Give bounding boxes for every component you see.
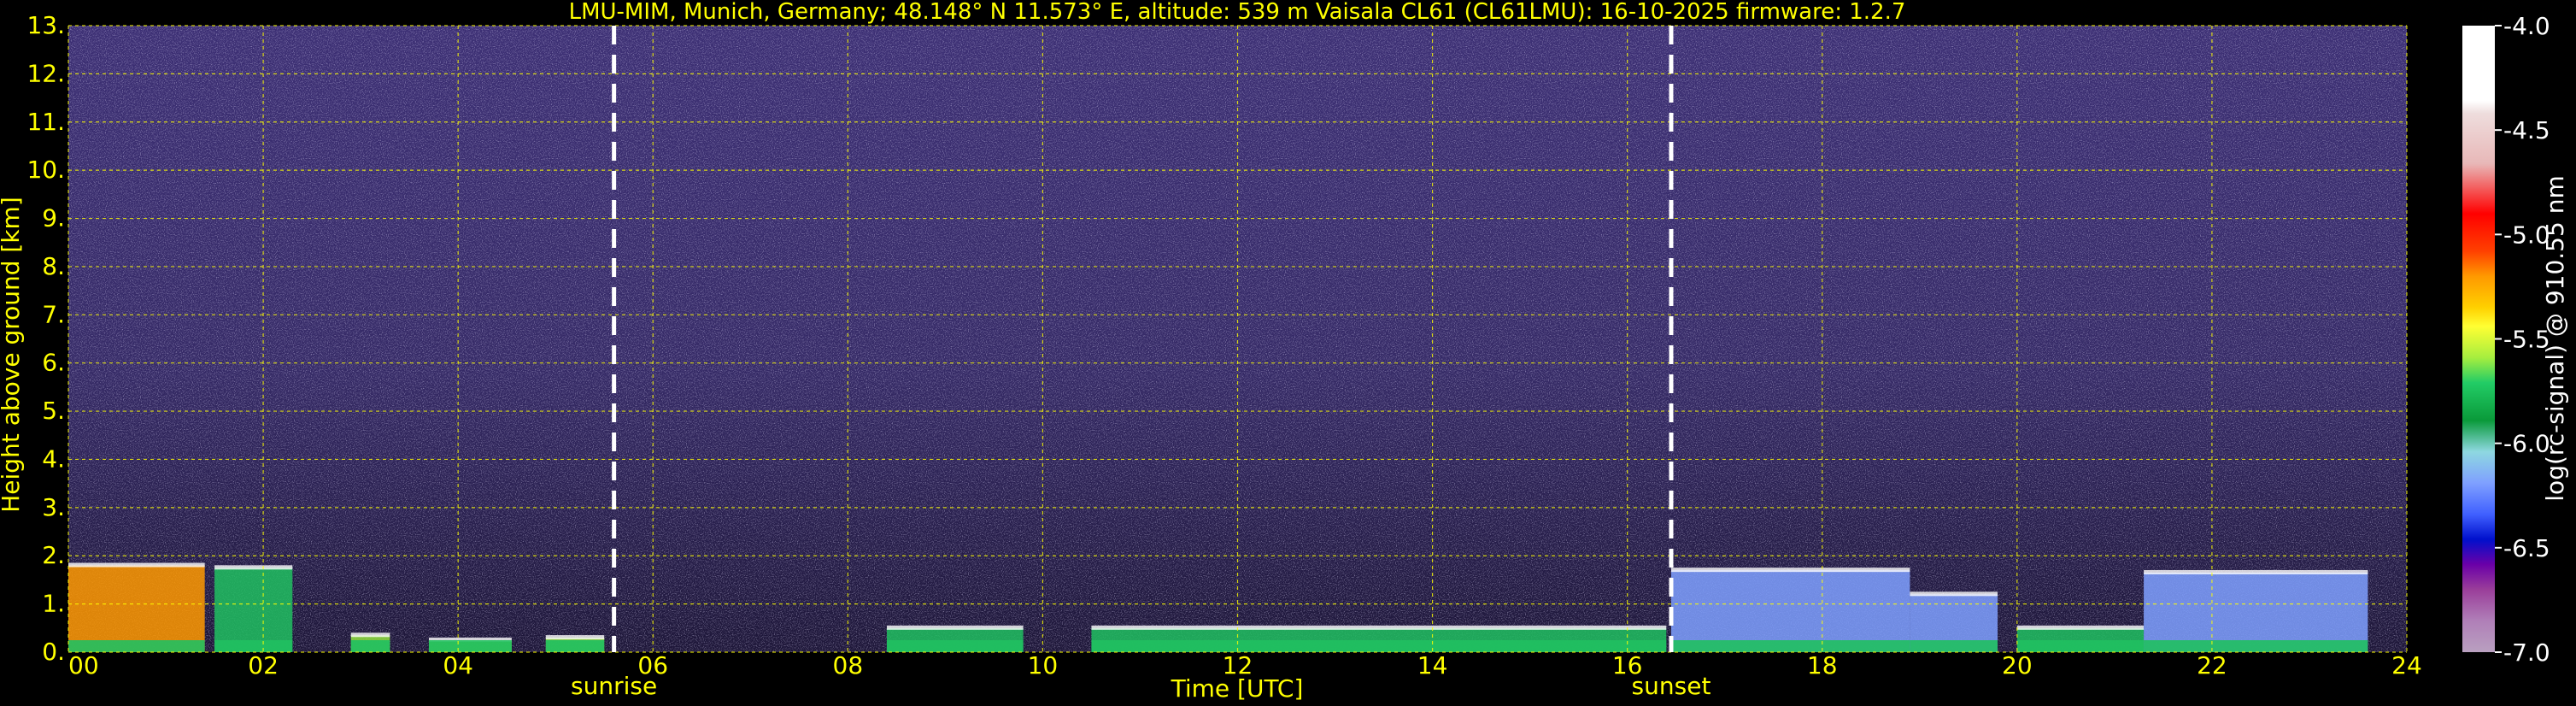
surface-return [68, 640, 205, 652]
x-tick-label: 22 [2197, 651, 2227, 680]
colorbar-tick-label: -4.0 [2503, 12, 2550, 40]
x-tick-label: 00 [68, 651, 99, 680]
y-tick-label: 8. [42, 252, 65, 280]
colorbar [2462, 26, 2495, 652]
y-tick-label: 13. [26, 11, 65, 39]
layer-segment [68, 565, 205, 652]
surface-return [2016, 640, 2145, 652]
layer-top-edge [1910, 591, 1998, 597]
sunset-label: sunset [1632, 672, 1711, 700]
x-tick-label: 18 [1807, 651, 1838, 680]
chart-title: LMU-MIM, Munich, Germany; 48.148° N 11.5… [569, 0, 1906, 25]
layer-top-edge [68, 562, 205, 568]
colorbar-tick-label: -7.0 [2503, 638, 2550, 667]
layer-top-edge [1670, 568, 1910, 573]
surface-return [350, 640, 390, 652]
layer-top-edge [2016, 625, 2145, 630]
y-tick-label: 12. [26, 59, 65, 87]
y-tick-label: 11. [26, 108, 65, 136]
ceilometer-chart: 00 02 04 06 08 10 12 14 16 18 20 22 24 0.1.2.3.4.5.6… [0, 0, 2569, 703]
layer-segment [1670, 570, 1910, 652]
layer-top-edge [545, 635, 605, 640]
layer-top-edge [2144, 569, 2368, 574]
y-tick-label: 5. [42, 397, 65, 425]
surface-return [1091, 640, 1667, 652]
layer-top-edge [886, 625, 1024, 630]
x-tick-label: 14 [1417, 651, 1448, 680]
surface-return [545, 640, 605, 652]
y-tick-label: 2. [42, 541, 65, 569]
x-tick-label: 24 [2391, 651, 2422, 680]
colorbar-label: log(rc-signal) @ 910.55 nm [2541, 175, 2569, 501]
surface-return [2144, 640, 2368, 652]
surface-return [1670, 640, 1910, 652]
colorbar-tick-label: -6.5 [2503, 534, 2550, 562]
y-tick-label: 1. [42, 590, 65, 618]
y-tick-label: 3. [42, 493, 65, 521]
x-tick-label: 04 [443, 651, 473, 680]
layer-top-edge [214, 565, 293, 570]
x-tick-label: 10 [1028, 651, 1059, 680]
y-tick-label: 4. [42, 444, 65, 473]
sunrise-label: sunrise [571, 672, 657, 700]
y-axis-label: Height above ground [km] [0, 197, 25, 513]
layer-segment [214, 568, 293, 652]
y-tick-label: 6. [42, 349, 65, 377]
y-tick-label: 9. [42, 204, 65, 232]
y-tick-label: 10. [26, 156, 65, 184]
x-tick-label: 20 [2002, 651, 2033, 680]
layer-top-edge [1091, 625, 1667, 630]
x-tick-label: 08 [833, 651, 864, 680]
y-tick-label: 0. [42, 638, 65, 666]
x-axis-label: Time [UTC] [1171, 674, 1304, 703]
layer-top-edge [350, 632, 390, 638]
colorbar-tick-label: -4.5 [2503, 116, 2550, 144]
noise-texture [68, 26, 2407, 652]
surface-return [1910, 640, 1998, 652]
x-tick-label: 02 [248, 651, 279, 680]
surface-return [428, 640, 512, 652]
plot-area [68, 26, 2407, 652]
y-tick-label: 7. [42, 300, 65, 328]
surface-return [214, 640, 293, 652]
y-axis-ticks: 0. 1. 2. 3. 4. 5. 6. 7. 8. 9. 10. 11. 12. 13. [26, 11, 65, 666]
surface-return [886, 640, 1024, 652]
